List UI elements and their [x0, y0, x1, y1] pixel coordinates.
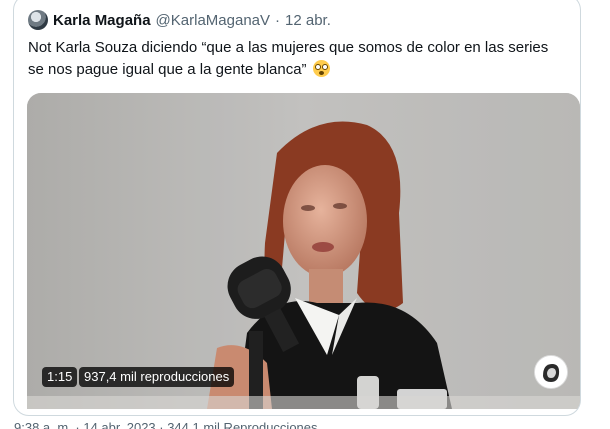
video-player[interactable]: 1:15 937,4 mil reproducciones — [27, 93, 580, 409]
tweet-text: Not Karla Souza diciendo “que a las muje… — [28, 37, 568, 81]
tweet-date[interactable]: 12 abr. — [285, 12, 331, 29]
separator-dot: · — [275, 11, 281, 29]
tweet-card[interactable]: Karla Magaña @KarlaMaganaV · 12 abr. Not… — [13, 0, 581, 416]
author-display-name[interactable]: Karla Magaña — [53, 12, 151, 29]
tweet-text-body: Not Karla Souza diciendo “que a las muje… — [28, 39, 549, 78]
channel-logo-icon[interactable] — [534, 355, 568, 389]
tweet-footer-meta: 9:38 a. m. · 14 abr. 2023 · 344,1 mil Re… — [14, 420, 318, 429]
video-frame — [27, 93, 580, 409]
tweet-header: Karla Magaña @KarlaMaganaV · 12 abr. — [28, 9, 331, 31]
author-avatar[interactable] — [28, 10, 48, 30]
video-duration-badge: 1:15 — [42, 367, 78, 387]
video-views-badge: 937,4 mil reproducciones — [79, 367, 235, 387]
author-handle[interactable]: @KarlaMaganaV — [156, 12, 270, 29]
flushed-face-icon — [312, 60, 330, 77]
